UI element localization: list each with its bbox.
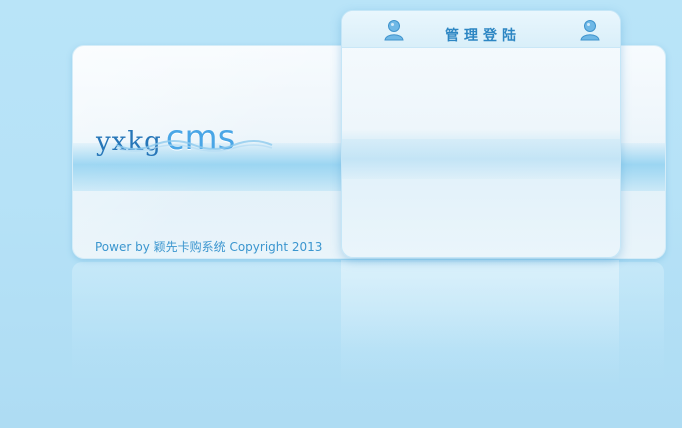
user-icon xyxy=(580,20,600,41)
copyright-text: Power by 颖先卡购系统 Copyright 2013 xyxy=(95,240,323,254)
logo-swirl-icon xyxy=(115,140,273,152)
login-title: 管理登陆 xyxy=(445,28,521,44)
login-panel: 管理登陆 xyxy=(341,10,621,258)
logo: yxkg cms xyxy=(96,105,273,155)
login-panel-band xyxy=(342,139,620,179)
login-card-reflection xyxy=(341,260,619,390)
